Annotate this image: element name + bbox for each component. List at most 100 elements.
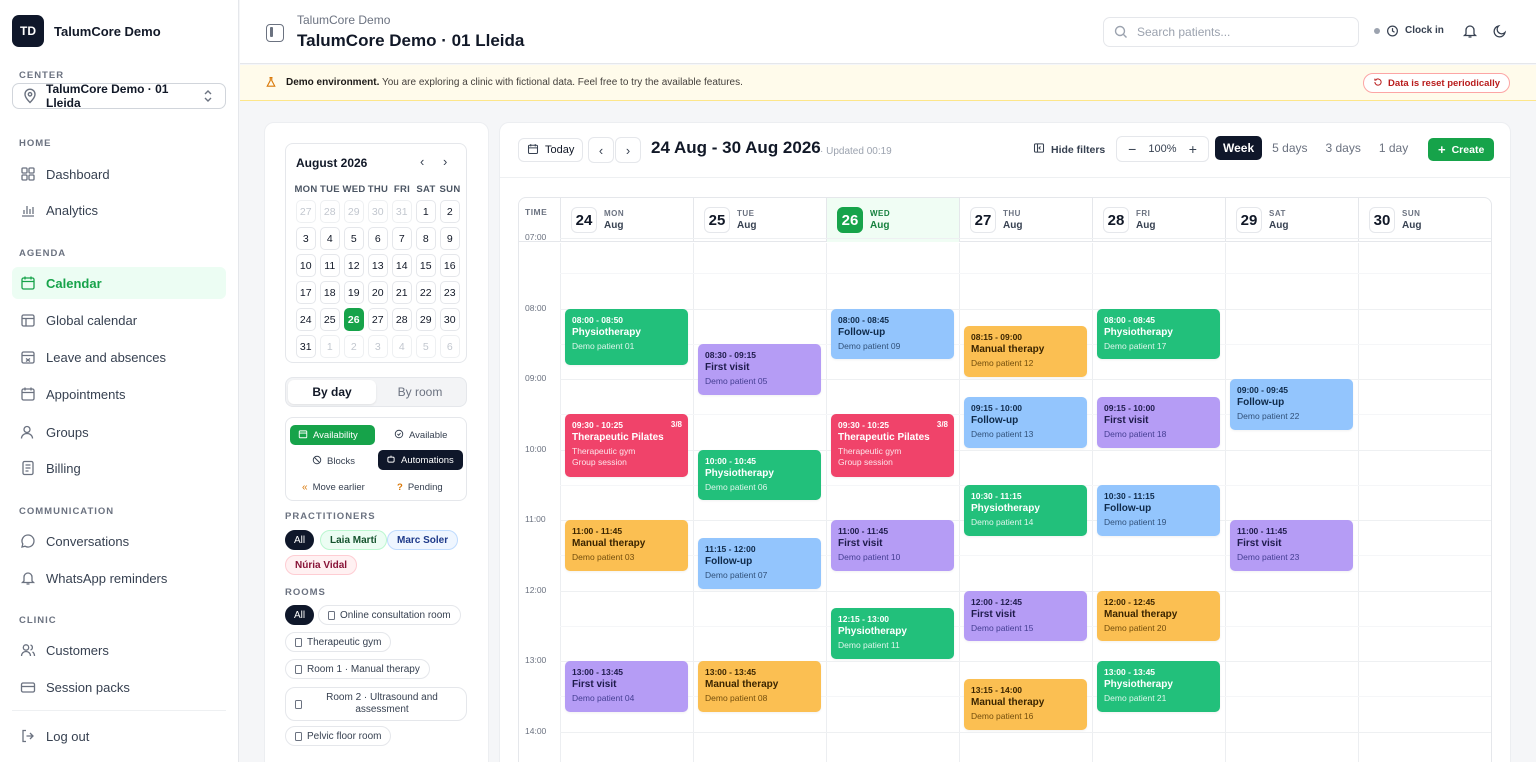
- mini-calendar-day[interactable]: 11: [319, 254, 340, 277]
- appointment-event[interactable]: 11:00 - 11:45 First visit Demo patient 23: [1230, 520, 1353, 571]
- mini-calendar-day[interactable]: 5: [415, 335, 436, 358]
- appointment-event[interactable]: 08:15 - 09:00 Manual therapy Demo patient …: [964, 326, 1087, 377]
- notifications-bell-icon[interactable]: [1462, 23, 1478, 39]
- mini-calendar-day[interactable]: 3: [295, 227, 316, 250]
- search-input[interactable]: [1137, 25, 1337, 39]
- mini-calendar-day[interactable]: 8: [415, 227, 436, 250]
- mini-calendar-day[interactable]: 5: [343, 227, 364, 250]
- mini-calendar-day[interactable]: 22: [415, 281, 436, 304]
- appointment-event[interactable]: 10:00 - 10:45 Physiotherapy Demo patient 0…: [698, 449, 821, 501]
- mini-calendar-day[interactable]: 31: [295, 335, 316, 358]
- availability-chip[interactable]: Availability: [290, 425, 375, 445]
- mini-calendar-day[interactable]: 23: [439, 281, 460, 304]
- appointment-event[interactable]: 11:00 - 11:45 Manual therapy Demo patient …: [565, 520, 688, 571]
- prev-week-button[interactable]: ‹: [588, 137, 614, 163]
- mini-calendar-day[interactable]: 7: [391, 227, 412, 250]
- appointment-event[interactable]: 08:30 - 09:15 First visit Demo patient 05: [698, 343, 821, 395]
- appointment-event[interactable]: 13:00 - 13:45 First visit Demo patient 04: [565, 661, 688, 712]
- mini-calendar-day[interactable]: 10: [295, 254, 316, 277]
- center-select[interactable]: TalumCore Demo · 01 Lleida: [12, 82, 226, 110]
- mini-calendar-day[interactable]: 3: [367, 335, 388, 358]
- sidebar-item-customers[interactable]: Customers: [12, 634, 226, 666]
- practitioner-all[interactable]: All: [285, 530, 315, 550]
- mini-calendar-day[interactable]: 30: [439, 308, 460, 331]
- create-button[interactable]: + Create: [1428, 138, 1495, 161]
- appointment-event[interactable]: 09:30 - 10:25 Therapeutic Pilates Therapeu…: [565, 414, 688, 477]
- appointment-event[interactable]: 12:15 - 13:00 Physiotherapy Demo patient 1…: [831, 608, 954, 659]
- mini-calendar-day[interactable]: 16: [439, 254, 460, 277]
- mini-calendar-day[interactable]: 6: [439, 335, 460, 358]
- day-header[interactable]: 26 WED Aug: [826, 198, 959, 242]
- mini-calendar-day[interactable]: 25: [319, 308, 340, 331]
- mini-calendar-day[interactable]: 15: [415, 254, 436, 277]
- pending-chip[interactable]: ? Pending: [389, 477, 451, 497]
- logout-button[interactable]: Log out: [12, 720, 226, 752]
- room-1-manual-therapy[interactable]: Room 1 · Manual therapy: [285, 659, 430, 679]
- mini-calendar-day[interactable]: 24: [295, 308, 316, 331]
- by-day-toggle[interactable]: By day: [288, 380, 376, 404]
- mini-calendar-day[interactable]: 13: [367, 254, 388, 277]
- day-header[interactable]: 25 TUE Aug: [693, 198, 826, 242]
- mini-calendar-day[interactable]: 1: [415, 200, 436, 223]
- sidebar-item-global-calendar[interactable]: Global calendar: [12, 304, 226, 336]
- mini-calendar-day[interactable]: 28: [319, 200, 340, 223]
- sidebar-item-whatsapp-reminders[interactable]: WhatsApp reminders: [12, 562, 226, 594]
- appointment-event[interactable]: 10:30 - 11:15 Follow-up Demo patient 19: [1097, 484, 1220, 536]
- view-5-days[interactable]: 5 days: [1264, 136, 1315, 160]
- mini-calendar-day[interactable]: 26: [343, 308, 364, 331]
- appointment-event[interactable]: 09:15 - 10:00 Follow-up Demo patient 13: [964, 396, 1087, 448]
- mini-calendar-day[interactable]: 6: [367, 227, 388, 250]
- mini-calendar-day[interactable]: 12: [343, 254, 364, 277]
- mini-calendar-day[interactable]: 21: [391, 281, 412, 304]
- appointment-event[interactable]: 08:00 - 08:45 Physiotherapy Demo patient 1…: [1097, 308, 1220, 360]
- sidebar-item-conversations[interactable]: Conversations: [12, 525, 226, 557]
- calendar-grid[interactable]: 07:00 08:00 09:00 10:00 11:00 12:00 13:00 14:00…: [519, 232, 1491, 762]
- sidebar-item-analytics[interactable]: Analytics: [12, 194, 226, 226]
- mini-calendar-day[interactable]: 30: [367, 200, 388, 223]
- view-week[interactable]: Week: [1215, 136, 1263, 160]
- mini-calendar-day[interactable]: 1: [319, 335, 340, 358]
- mini-calendar-day[interactable]: 27: [367, 308, 388, 331]
- appointment-event[interactable]: 11:15 - 12:00 Follow-up Demo patient 07: [698, 537, 821, 589]
- appointment-event[interactable]: 13:00 - 13:45 Physiotherapy Demo patient 2…: [1097, 661, 1220, 712]
- appointment-event[interactable]: 08:00 - 08:45 Follow-up Demo patient 09: [831, 308, 954, 360]
- appointment-event[interactable]: 09:15 - 10:00 First visit Demo patient 18: [1097, 396, 1220, 448]
- room-pelvic-floor[interactable]: Pelvic floor room: [285, 726, 392, 746]
- room-2-ultrasound-assessment[interactable]: Room 2 · Ultrasound and assessment: [285, 687, 467, 721]
- room-therapeutic-gym[interactable]: Therapeutic gym: [285, 632, 392, 652]
- view-3-days[interactable]: 3 days: [1318, 136, 1369, 160]
- room-online-consultation[interactable]: Online consultation room: [318, 605, 461, 625]
- mini-calendar-prev-chevron-icon[interactable]: ‹: [420, 154, 424, 169]
- hide-filters-button[interactable]: Hide filters: [1033, 142, 1105, 157]
- mini-calendar-day[interactable]: 17: [295, 281, 316, 304]
- appointment-event[interactable]: 13:15 - 14:00 Manual therapy Demo patient …: [964, 678, 1087, 730]
- mini-calendar-day[interactable]: 4: [319, 227, 340, 250]
- zoom-out-button[interactable]: −: [1117, 141, 1147, 157]
- mini-calendar-day[interactable]: 28: [391, 308, 412, 331]
- appointment-event[interactable]: 08:00 - 08:50 Physiotherapy Demo patient 0…: [565, 308, 688, 366]
- by-room-toggle[interactable]: By room: [376, 380, 464, 404]
- mini-calendar-day[interactable]: 29: [343, 200, 364, 223]
- appointment-event[interactable]: 10:30 - 11:15 Physiotherapy Demo patient 1…: [964, 484, 1087, 536]
- mini-calendar-day[interactable]: 9: [439, 227, 460, 250]
- practitioner-nuria-vidal[interactable]: Núria Vidal: [285, 555, 358, 575]
- day-header[interactable]: 28 FRI Aug: [1092, 198, 1225, 242]
- brand[interactable]: TD TalumCore Demo: [12, 15, 161, 47]
- mini-calendar-day[interactable]: 18: [319, 281, 340, 304]
- mini-calendar-day[interactable]: 20: [367, 281, 388, 304]
- mini-calendar-day[interactable]: 29: [415, 308, 436, 331]
- move-earlier-chip[interactable]: « Move earlier: [294, 477, 373, 497]
- today-button[interactable]: Today: [518, 138, 584, 162]
- sidebar-item-leave-and-absences[interactable]: Leave and absences: [12, 341, 226, 373]
- mini-calendar-day[interactable]: 27: [295, 200, 316, 223]
- practitioner-marc-soler[interactable]: Marc Soler: [387, 530, 459, 550]
- sidebar-item-groups[interactable]: Groups: [12, 416, 226, 448]
- mini-calendar-day[interactable]: 2: [439, 200, 460, 223]
- sidebar-item-billing[interactable]: Billing: [12, 452, 226, 484]
- search-box[interactable]: [1103, 17, 1359, 47]
- appointment-event[interactable]: 09:00 - 09:45 Follow-up Demo patient 22: [1230, 379, 1353, 430]
- view-1-day[interactable]: 1 day: [1371, 136, 1416, 160]
- zoom-in-button[interactable]: +: [1178, 141, 1208, 157]
- breadcrumb[interactable]: TalumCore Demo: [297, 13, 390, 27]
- sidebar-item-appointments[interactable]: Appointments: [12, 378, 226, 410]
